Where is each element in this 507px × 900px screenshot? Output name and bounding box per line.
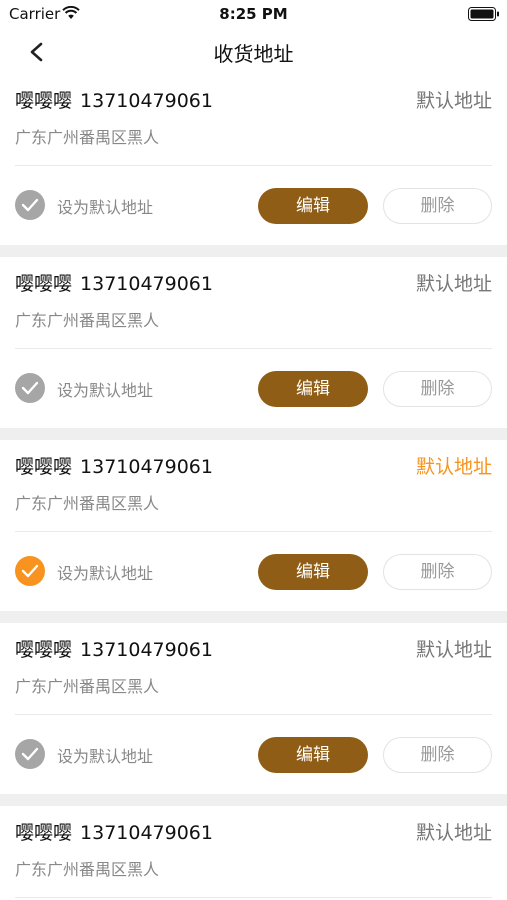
checkmark-icon	[21, 381, 39, 395]
contact-name: 嘤嘤嘤	[15, 90, 73, 112]
default-tag: 默认地址	[415, 822, 492, 844]
contact-name: 嘤嘤嘤	[15, 639, 73, 661]
checkmark-icon	[21, 198, 39, 212]
set-default-checkbox[interactable]	[15, 190, 45, 220]
contact-line: 嘤嘤嘤 13710479061	[15, 635, 213, 662]
edit-button[interactable]: 编辑	[258, 737, 368, 773]
card-separator	[0, 794, 507, 806]
set-default-label[interactable]: 设为默认地址	[57, 194, 153, 218]
delete-button[interactable]: 删除	[383, 737, 492, 773]
divider	[15, 531, 492, 532]
divider	[15, 714, 492, 715]
address-text: 广东广州番禺区黑人	[15, 128, 160, 147]
default-tag: 默认地址	[415, 456, 492, 478]
set-default-checkbox[interactable]	[15, 556, 45, 586]
set-default-checkbox[interactable]	[15, 739, 45, 769]
contact-line: 嘤嘤嘤 13710479061	[15, 818, 213, 845]
address-text: 广东广州番禺区黑人	[15, 677, 160, 696]
divider	[15, 897, 492, 898]
default-tag: 默认地址	[415, 639, 492, 661]
card-separator	[0, 611, 507, 623]
contact-phone: 13710479061	[80, 90, 213, 112]
contact-phone: 13710479061	[80, 822, 213, 844]
address-card: 嘤嘤嘤 13710479061 默认地址 广东广州番禺区黑人 设为默认地址 编辑 …	[0, 74, 507, 245]
divider	[15, 165, 492, 166]
edit-button[interactable]: 编辑	[258, 554, 368, 590]
address-text: 广东广州番禺区黑人	[15, 494, 160, 513]
contact-line: 嘤嘤嘤 13710479061	[15, 452, 213, 479]
checkmark-icon	[21, 747, 39, 761]
edit-button[interactable]: 编辑	[258, 188, 368, 224]
checkmark-icon	[21, 564, 39, 578]
page-title: 收货地址	[213, 42, 294, 66]
delete-button[interactable]: 删除	[383, 188, 492, 224]
contact-name: 嘤嘤嘤	[15, 822, 73, 844]
set-default-checkbox[interactable]	[15, 373, 45, 403]
contact-line: 嘤嘤嘤 13710479061	[15, 86, 213, 113]
default-tag: 默认地址	[415, 273, 492, 295]
address-card: 嘤嘤嘤 13710479061 默认地址 广东广州番禺区黑人	[0, 806, 507, 900]
address-card-default: 嘤嘤嘤 13710479061 默认地址 广东广州番禺区黑人 设为默认地址 编辑 …	[0, 440, 507, 611]
default-tag: 默认地址	[415, 90, 492, 112]
set-default-label[interactable]: 设为默认地址	[57, 743, 153, 767]
navigation-bar: 收货地址	[0, 28, 507, 74]
address-card: 嘤嘤嘤 13710479061 默认地址 广东广州番禺区黑人 设为默认地址 编辑 …	[0, 257, 507, 428]
address-card: 嘤嘤嘤 13710479061 默认地址 广东广州番禺区黑人 设为默认地址 编辑 …	[0, 623, 507, 794]
divider	[15, 348, 492, 349]
edit-button[interactable]: 编辑	[258, 371, 368, 407]
battery-icon	[468, 7, 499, 21]
contact-phone: 13710479061	[80, 639, 213, 661]
set-default-label[interactable]: 设为默认地址	[57, 560, 153, 584]
contact-name: 嘤嘤嘤	[15, 456, 73, 478]
status-bar: Carrier 8:25 PM	[0, 0, 507, 28]
clock: 8:25 PM	[219, 5, 288, 23]
set-default-label[interactable]: 设为默认地址	[57, 377, 153, 401]
delete-button[interactable]: 删除	[383, 371, 492, 407]
contact-phone: 13710479061	[80, 273, 213, 295]
contact-phone: 13710479061	[80, 456, 213, 478]
card-separator	[0, 245, 507, 257]
delete-button[interactable]: 删除	[383, 554, 492, 590]
card-separator	[0, 428, 507, 440]
contact-name: 嘤嘤嘤	[15, 273, 73, 295]
address-text: 广东广州番禺区黑人	[15, 311, 160, 330]
address-list: 嘤嘤嘤 13710479061 默认地址 广东广州番禺区黑人 设为默认地址 编辑 …	[0, 74, 507, 900]
address-text: 广东广州番禺区黑人	[15, 860, 160, 879]
contact-line: 嘤嘤嘤 13710479061	[15, 269, 213, 296]
